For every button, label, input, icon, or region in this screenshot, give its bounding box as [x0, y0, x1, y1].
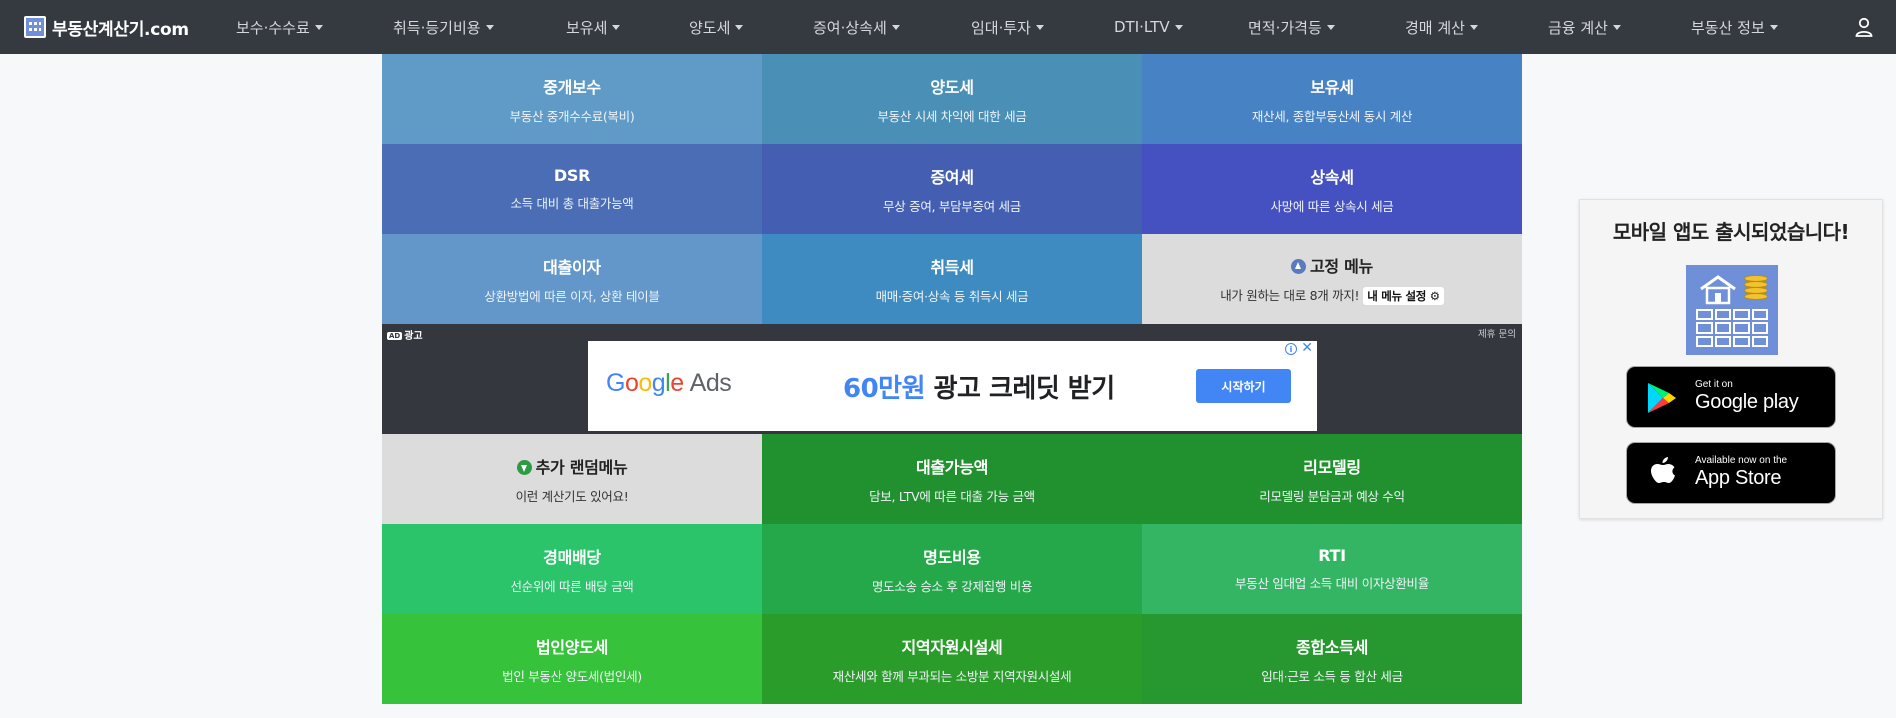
site-brand[interactable]: 부동산계산기.com: [24, 0, 189, 54]
google-play-button[interactable]: Get it on Google play: [1626, 366, 1836, 428]
caret-down-icon: [612, 24, 621, 30]
caret-down-icon: [1469, 24, 1478, 30]
bottom-menu-grid: 추가 랜덤메뉴 이런 계산기도 있어요! 대출가능액 담보, LTV에 따른 대…: [382, 434, 1522, 704]
menu-tile-eviction-cost[interactable]: 명도비용 명도소송 승소 후 강제집행 비용: [762, 524, 1142, 614]
menu-tile-corporate-transfer-tax[interactable]: 법인양도세 법인 부동산 양도세(법인세): [382, 614, 762, 704]
arrow-down-circle-icon: [516, 459, 532, 475]
nav-item-realestate-info[interactable]: 부동산 정보: [1691, 0, 1778, 54]
menu-tile-global-income-tax[interactable]: 종합소득세 임대·근로 소득 등 합산 세금: [1142, 614, 1522, 704]
caret-down-icon: [735, 24, 744, 30]
caret-down-icon: [485, 24, 494, 30]
house-icon: [1700, 275, 1736, 305]
user-icon[interactable]: [1855, 17, 1873, 37]
my-menu-settings-button[interactable]: 내 메뉴 설정 ⚙: [1363, 287, 1444, 305]
calculator-logo-icon: [24, 16, 46, 38]
nav-item-fees[interactable]: 보수·수수료: [236, 0, 323, 54]
caret-down-icon: [1612, 24, 1621, 30]
ad-inquiry-link[interactable]: 제휴 문의: [1478, 326, 1516, 340]
nav-item-rental-invest[interactable]: 임대·투자: [971, 0, 1044, 54]
pinned-menu-desc: 내가 원하는 대로 8개 까지!: [1220, 288, 1360, 303]
menu-tile-dsr[interactable]: DSR 소득 대비 총 대출가능액: [382, 144, 762, 234]
gear-icon: ⚙: [1429, 289, 1440, 303]
calculator-grid-icon: [1696, 309, 1768, 347]
random-menu-tile: 추가 랜덤메뉴 이런 계산기도 있어요!: [382, 434, 762, 524]
google-ads-logo: Google Ads: [606, 369, 732, 397]
ad-start-button[interactable]: 시작하기: [1196, 369, 1291, 403]
app-promo-title: 모바일 앱도 출시되었습니다!: [1612, 220, 1850, 244]
pinned-menu-tile: 고정 메뉴 내가 원하는 대로 8개 까지! 내 메뉴 설정 ⚙: [1142, 234, 1522, 324]
ad-label: AD 광고: [387, 331, 423, 342]
nav-item-auction[interactable]: 경매 계산: [1405, 0, 1478, 54]
ad-headline: 60만원 광고 크레딧 받기: [843, 374, 1115, 404]
random-menu-desc: 이런 계산기도 있어요!: [515, 488, 629, 504]
caret-down-icon: [314, 24, 323, 30]
google-ads-banner[interactable]: Google Ads 60만원 광고 크레딧 받기 시작하기 i ✕: [588, 340, 1317, 431]
pinned-menu-title: 고정 메뉴: [1310, 257, 1373, 276]
caret-down-icon: [1174, 24, 1183, 30]
menu-tile-holding-tax[interactable]: 보유세 재산세, 종합부동산세 동시 계산: [1142, 54, 1522, 144]
ad-close-icon[interactable]: ✕: [1301, 340, 1313, 356]
brand-name: 부동산계산기.com: [52, 19, 189, 40]
menu-tile-loan-interest[interactable]: 대출이자 상환방법에 따른 이자, 상환 테이블: [382, 234, 762, 324]
menu-tile-inheritance-tax[interactable]: 상속세 사망에 따른 상속시 세금: [1142, 144, 1522, 234]
google-play-icon: [1648, 383, 1676, 413]
top-navbar: 부동산계산기.com 보수·수수료 취득·등기비용 보유세 양도세 증여·상속세…: [0, 0, 1896, 54]
caret-down-icon: [1035, 24, 1044, 30]
nav-item-area-price[interactable]: 면적·가격등: [1248, 0, 1335, 54]
menu-tile-acquisition-tax[interactable]: 취득세 매매·증여·상속 등 취득시 세금: [762, 234, 1142, 324]
menu-tile-remodeling[interactable]: 리모델링 리모델링 분담금과 예상 수익: [1142, 434, 1522, 524]
menu-tile-rti[interactable]: RTI 부동산 임대업 소득 대비 이자상환비율: [1142, 524, 1522, 614]
apple-icon: [1651, 457, 1675, 483]
app-store-button[interactable]: Available now on the App Store: [1626, 442, 1836, 504]
mobile-app-promo: 모바일 앱도 출시되었습니다! Get it on Google play Av…: [1579, 199, 1883, 519]
coins-icon: [1744, 275, 1768, 303]
top-menu-grid: 중개보수 부동산 중개수수료(복비) 양도세 부동산 시세 차익에 대한 세금 …: [382, 54, 1522, 324]
ad-banner-area: AD 광고 제휴 문의 Google Ads 60만원 광고 크레딧 받기 시작하기…: [382, 324, 1522, 434]
nav-item-transfer-tax[interactable]: 양도세: [689, 0, 744, 54]
menu-tile-gift-tax[interactable]: 증여세 무상 증여, 부담부증여 세금: [762, 144, 1142, 234]
menu-tile-auction-dividend[interactable]: 경매배당 선순위에 따른 배당 금액: [382, 524, 762, 614]
menu-tile-regional-resource-tax[interactable]: 지역자원시설세 재산세와 함께 부과되는 소방분 지역자원시설세: [762, 614, 1142, 704]
menu-tile-brokerage-fee[interactable]: 중개보수 부동산 중개수수료(복비): [382, 54, 762, 144]
nav-item-acquisition[interactable]: 취득·등기비용: [393, 0, 494, 54]
nav-item-holding-tax[interactable]: 보유세: [566, 0, 621, 54]
caret-down-icon: [1326, 24, 1335, 30]
ad-info-icon[interactable]: i: [1285, 343, 1297, 355]
nav-item-finance[interactable]: 금융 계산: [1548, 0, 1621, 54]
nav-item-gift-inheritance[interactable]: 증여·상속세: [813, 0, 900, 54]
menu-tile-loan-limit[interactable]: 대출가능액 담보, LTV에 따른 대출 가능 금액: [762, 434, 1142, 524]
random-menu-title: 추가 랜덤메뉴: [535, 457, 628, 477]
menu-tile-transfer-tax[interactable]: 양도세 부동산 시세 차익에 대한 세금: [762, 54, 1142, 144]
caret-down-icon: [891, 24, 900, 30]
caret-down-icon: [1769, 24, 1778, 30]
nav-item-dti-ltv[interactable]: DTI·LTV: [1114, 0, 1183, 54]
app-icon[interactable]: [1686, 265, 1778, 355]
arrow-up-circle-icon: [1291, 259, 1307, 274]
